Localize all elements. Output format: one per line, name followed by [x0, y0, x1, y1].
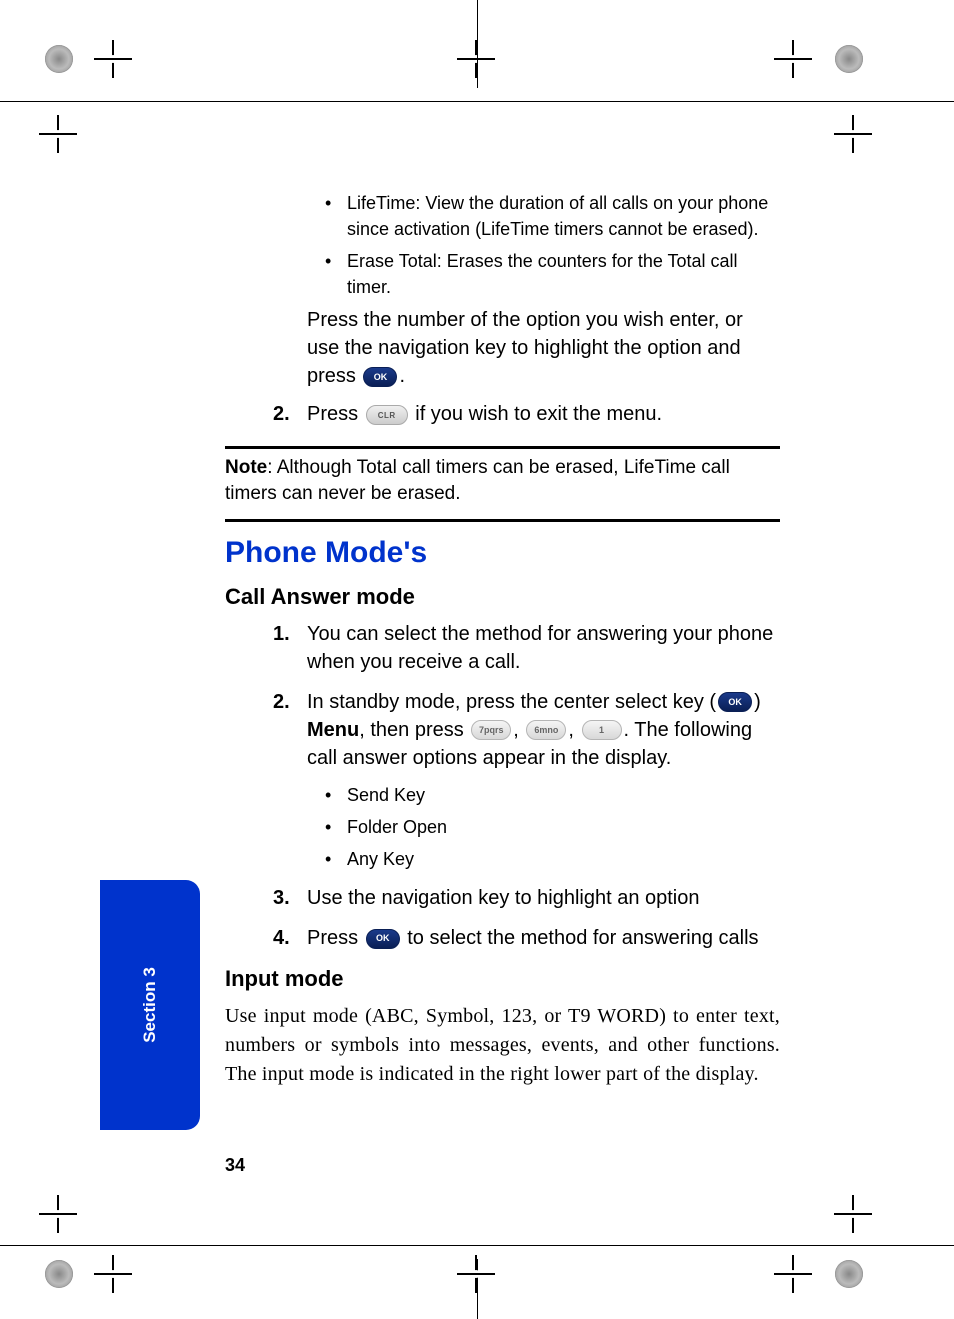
text: )	[754, 691, 761, 713]
ok-key-icon: OK	[363, 367, 397, 387]
page-content: LifeTime: View the duration of all calls…	[225, 190, 780, 1089]
text: ,	[513, 719, 524, 741]
call-options-list: Send Key Folder Open Any Key	[325, 782, 780, 872]
text: to select the method for answering calls	[402, 927, 759, 949]
list-item: LifeTime: View the duration of all calls…	[325, 190, 780, 242]
key-7-icon: 7pqrs	[471, 720, 511, 740]
list-item: Folder Open	[325, 814, 780, 840]
text: , then press	[359, 719, 469, 741]
bullet-text: Any Key	[347, 849, 414, 869]
input-mode-body: Use input mode (ABC, Symbol, 123, or T9 …	[225, 1002, 780, 1089]
page-number: 34	[225, 1155, 245, 1176]
step-item: Press OK to select the method for answer…	[225, 924, 780, 952]
top-bullet-list: LifeTime: View the duration of all calls…	[325, 190, 780, 300]
bullet-text: Send Key	[347, 785, 425, 805]
exit-step-list: Press CLR if you wish to exit the menu.	[225, 400, 780, 428]
note-paragraph: Note: Although Total call timers can be …	[225, 455, 780, 506]
key-1-icon: 1	[582, 720, 622, 740]
press-option-paragraph: Press the number of the option you wish …	[307, 306, 780, 390]
bullet-text: Erase Total: Erases the counters for the…	[347, 251, 738, 297]
step-item: Press CLR if you wish to exit the menu.	[225, 400, 780, 428]
call-answer-heading: Call Answer mode	[225, 584, 780, 610]
step-item: You can select the method for answering …	[225, 620, 780, 676]
step-item: In standby mode, press the center select…	[225, 688, 780, 872]
section-title: Phone Mode's	[225, 536, 780, 570]
key-6-icon: 6mno	[526, 720, 566, 740]
note-label: Note	[225, 457, 267, 478]
note-text: : Although Total call timers can be eras…	[225, 457, 730, 504]
text: You can select the method for answering …	[307, 623, 773, 673]
divider	[225, 446, 780, 449]
list-item: Erase Total: Erases the counters for the…	[325, 248, 780, 300]
text: ,	[568, 719, 579, 741]
ok-key-icon: OK	[718, 692, 752, 712]
section-tab: Section 3	[100, 880, 200, 1130]
input-mode-heading: Input mode	[225, 966, 780, 992]
text: Use the navigation key to highlight an o…	[307, 887, 700, 909]
ok-key-icon: OK	[366, 929, 400, 949]
divider	[225, 519, 780, 522]
section-tab-label: Section 3	[140, 967, 160, 1043]
list-item: Any Key	[325, 846, 780, 872]
text: Press	[307, 927, 364, 949]
text: .	[399, 365, 405, 387]
bullet-text: LifeTime: View the duration of all calls…	[347, 193, 768, 239]
clr-key-icon: CLR	[366, 405, 408, 425]
step-item: Use the navigation key to highlight an o…	[225, 884, 780, 912]
text: In standby mode, press the center select…	[307, 691, 716, 713]
text: if you wish to exit the menu.	[410, 403, 662, 425]
text: Press	[307, 403, 364, 425]
list-item: Send Key	[325, 782, 780, 808]
bullet-text: Folder Open	[347, 817, 447, 837]
menu-label: Menu	[307, 719, 359, 741]
call-answer-steps: You can select the method for answering …	[225, 620, 780, 952]
